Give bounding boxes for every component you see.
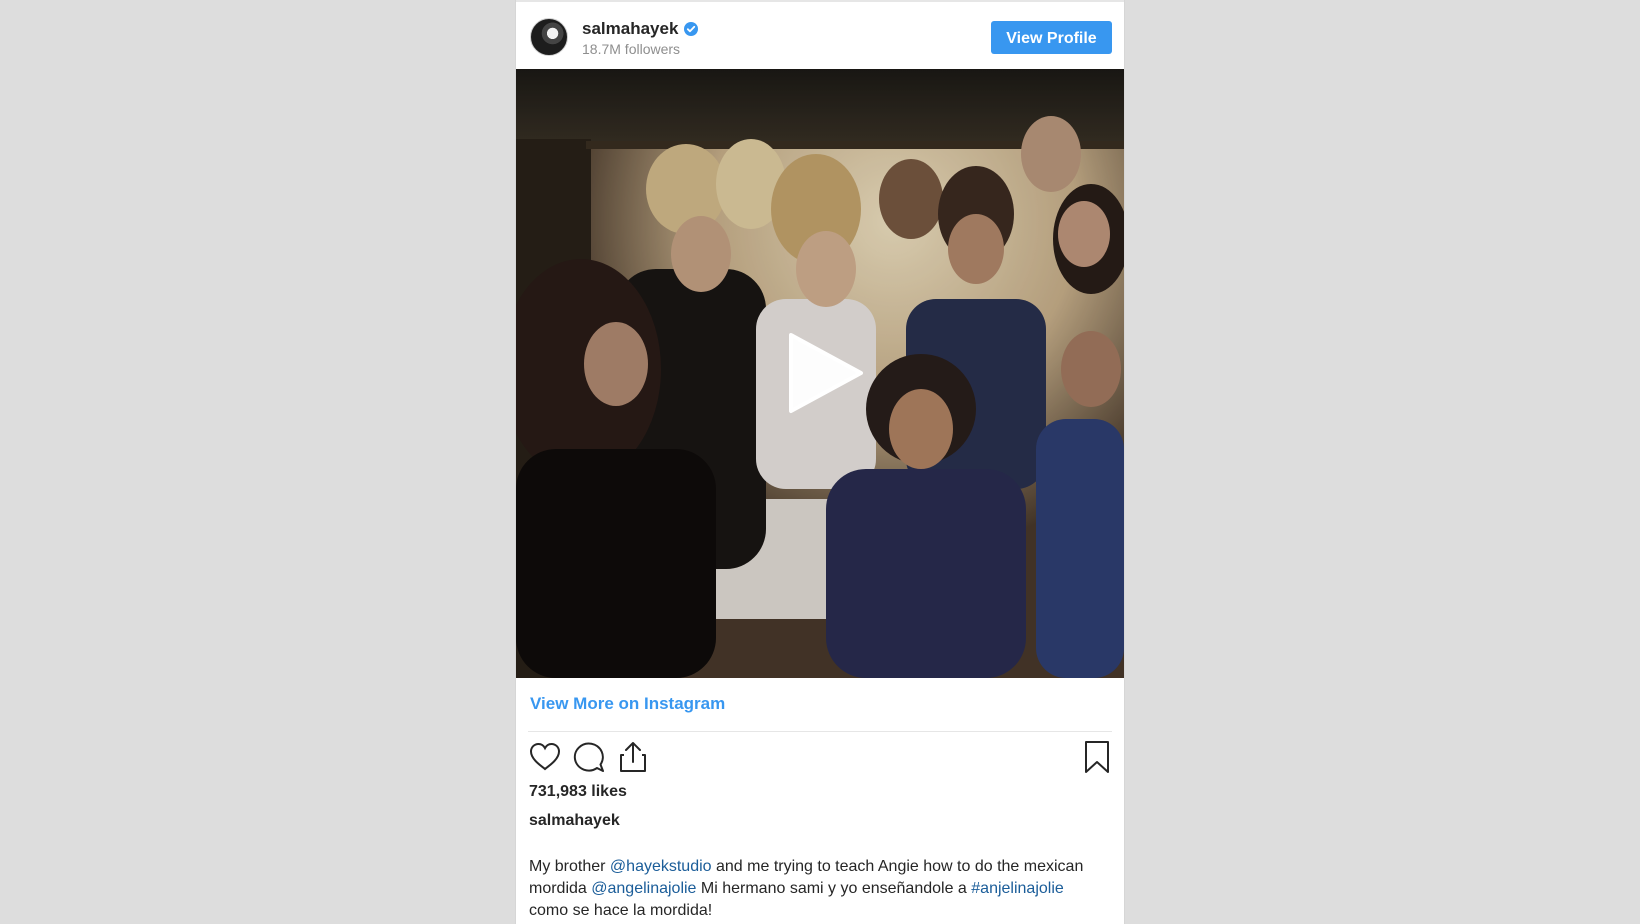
- mention-link[interactable]: @angelinajolie: [591, 880, 696, 897]
- mention-link[interactable]: @hayekstudio: [610, 858, 712, 875]
- bookmark-icon[interactable]: [1080, 740, 1114, 774]
- instagram-embed-card: salmahayek 18.7M followers View Profile: [515, 0, 1125, 924]
- verified-badge-icon: [684, 22, 699, 36]
- caption-text: como se hace la mordida!: [529, 902, 713, 919]
- hashtag-link[interactable]: #anjelinajolie: [971, 880, 1064, 897]
- username-link[interactable]: salmahayek: [582, 19, 678, 39]
- comment-icon[interactable]: [572, 740, 606, 774]
- follower-count: 18.7M followers: [582, 41, 681, 57]
- username-row: salmahayek: [582, 19, 699, 39]
- post-header: salmahayek 18.7M followers View Profile: [516, 0, 1124, 69]
- action-bar: [528, 740, 1114, 776]
- post-caption: My brother @hayekstudio and me trying to…: [529, 856, 1099, 922]
- play-icon[interactable]: [785, 331, 865, 415]
- caption-text: My brother: [529, 858, 610, 875]
- share-icon[interactable]: [616, 740, 650, 774]
- view-profile-button[interactable]: View Profile: [991, 21, 1112, 54]
- avatar[interactable]: [530, 18, 568, 56]
- caption-text: Mi hermano sami y yo enseñandole a: [696, 880, 972, 897]
- view-more-on-instagram-link[interactable]: View More on Instagram: [530, 694, 725, 714]
- like-count[interactable]: 731,983 likes: [529, 783, 627, 801]
- heart-icon[interactable]: [528, 740, 562, 774]
- video-thumbnail[interactable]: [516, 69, 1124, 678]
- divider: [528, 731, 1112, 732]
- caption-username[interactable]: salmahayek: [529, 812, 620, 830]
